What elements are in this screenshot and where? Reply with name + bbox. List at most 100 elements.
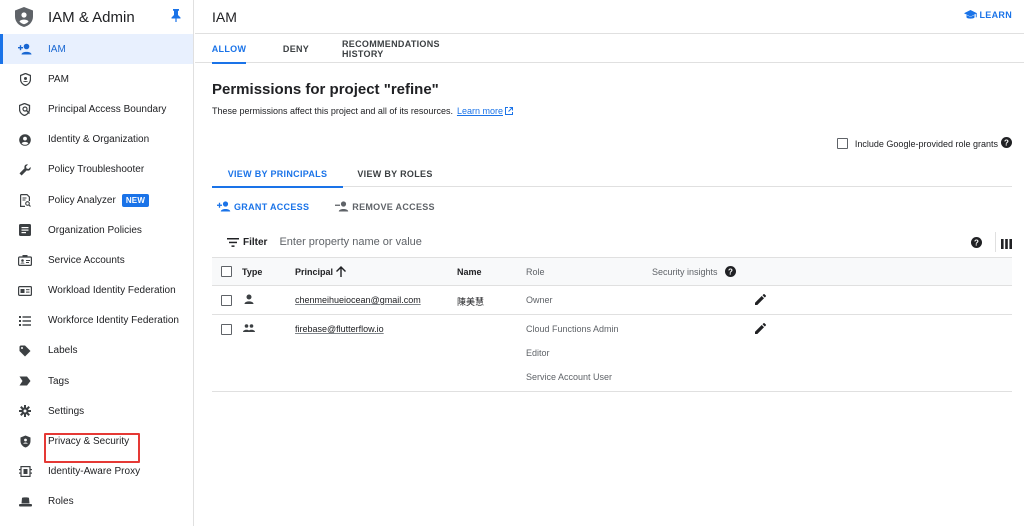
iam-shield-logo-icon xyxy=(14,7,34,27)
tab-allow[interactable]: ALLOW xyxy=(211,34,247,64)
sidebar-item-label: Policy Analyzer xyxy=(48,194,116,206)
edit-pencil-icon[interactable] xyxy=(755,293,767,307)
column-display-icon[interactable] xyxy=(1001,236,1012,254)
toolbar-divider xyxy=(995,232,996,252)
row-checkbox[interactable] xyxy=(221,324,232,335)
sidebar-item-label: Roles xyxy=(48,496,74,508)
filter-bar: Filter ? xyxy=(212,228,1012,256)
sidebar-item-workforce-identity-federation[interactable]: Workforce Identity Federation xyxy=(0,306,193,336)
include-google-roles-label: Include Google-provided role grants xyxy=(854,138,998,149)
permissions-description: These permissions affect this project an… xyxy=(212,106,1012,116)
table-row: chenmeihueiocean@gmail.com 陳美慧 Owner xyxy=(212,286,1012,315)
group-icon xyxy=(243,324,255,334)
app-root: IAM & Admin IAM PAM Principal Access Bou… xyxy=(0,0,1024,526)
remove-access-label: REMOVE ACCESS xyxy=(352,201,435,212)
sidebar-item-service-accounts[interactable]: Service Accounts xyxy=(0,245,193,275)
sidebar-item-label: Service Accounts xyxy=(48,254,125,266)
sidebar-item-policy-analyzer[interactable]: Policy Analyzer NEW xyxy=(0,185,193,215)
column-header-principal[interactable]: Principal xyxy=(295,267,333,277)
column-header-security-insights[interactable]: Security insights xyxy=(652,267,718,277)
tab-recommendations-history[interactable]: RECOMMENDATIONS HISTORY xyxy=(342,34,482,63)
table-header: Type Principal Name Role Security insigh… xyxy=(212,257,1012,286)
tag-arrow-icon xyxy=(18,374,32,388)
help-icon[interactable]: ? xyxy=(971,235,982,253)
sidebar-item-settings[interactable]: Settings xyxy=(0,396,193,426)
role-value: Cloud Functions Admin xyxy=(526,324,619,334)
svg-text:?: ? xyxy=(974,238,979,247)
tab-view-by-roles[interactable]: VIEW BY ROLES xyxy=(343,161,447,187)
sidebar-item-policy-troubleshooter[interactable]: Policy Troubleshooter xyxy=(0,155,193,185)
sidebar-item-label: Principal Access Boundary xyxy=(48,103,167,115)
filter-input[interactable] xyxy=(279,236,680,248)
tab-label: ALLOW xyxy=(211,43,247,54)
policy-icon xyxy=(18,102,32,116)
person-remove-icon xyxy=(335,201,349,212)
description-text: These permissions affect this project an… xyxy=(212,106,453,116)
sidebar-item-label: Identity & Organization xyxy=(48,134,150,146)
role-value: Service Account User xyxy=(526,372,613,382)
tab-label: VIEW BY ROLES xyxy=(357,169,433,179)
role-value: Owner xyxy=(526,295,553,305)
shield-outline-icon xyxy=(18,72,32,86)
sidebar-item-label: Settings xyxy=(48,405,85,417)
person-add-icon xyxy=(18,42,32,56)
sidebar-item-pam[interactable]: PAM xyxy=(0,64,193,94)
principal-email[interactable]: firebase@flutterflow.io xyxy=(295,324,384,334)
main-content: IAM LEARN ALLOW DENY RECOMMENDATIONS HIS… xyxy=(195,0,1024,526)
sidebar-item-label: Organization Policies xyxy=(48,224,142,236)
policy-tabs: ALLOW DENY RECOMMENDATIONS HISTORY xyxy=(195,34,1024,64)
include-google-roles-checkbox[interactable] xyxy=(836,138,848,149)
doc-search-icon xyxy=(18,193,32,207)
sidebar-item-organization-policies[interactable]: Organization Policies xyxy=(0,215,193,245)
sidebar-item-workload-identity-federation[interactable]: Workload Identity Federation xyxy=(0,276,193,306)
select-all-checkbox[interactable] xyxy=(221,266,232,277)
access-actions: GRANT ACCESS REMOVE ACCESS xyxy=(217,201,435,212)
sidebar-item-iam[interactable]: IAM xyxy=(0,34,193,65)
include-google-roles-row: Include Google-provided role grants ? xyxy=(836,137,1012,150)
privacy-security-highlight-box xyxy=(44,433,140,463)
page-title: IAM xyxy=(212,8,237,25)
sidebar-item-identity-organization[interactable]: Identity & Organization xyxy=(0,125,193,155)
permissions-title: Permissions for project "refine" xyxy=(212,81,439,98)
principal-email[interactable]: chenmeihueiocean@gmail.com xyxy=(295,295,421,305)
account-circle-icon xyxy=(18,133,32,147)
sidebar-item-tags[interactable]: Tags xyxy=(0,366,193,396)
sidebar-item-roles[interactable]: Roles xyxy=(0,487,193,517)
learn-more-link[interactable]: Learn more xyxy=(457,106,503,116)
learn-button[interactable]: LEARN xyxy=(963,10,1013,20)
column-header-type[interactable]: Type xyxy=(242,267,262,277)
privacy-shield-icon xyxy=(18,435,32,449)
grant-access-button[interactable]: GRANT ACCESS xyxy=(217,201,309,212)
gear-icon xyxy=(18,404,32,418)
sort-arrow-up-icon[interactable] xyxy=(336,266,346,279)
sidebar-item-labels[interactable]: Labels xyxy=(0,336,193,366)
hat-icon xyxy=(18,495,32,509)
filter-list-icon xyxy=(227,237,239,247)
edit-pencil-icon[interactable] xyxy=(755,322,767,336)
help-icon[interactable]: ? xyxy=(1001,137,1012,150)
help-icon[interactable]: ? xyxy=(725,266,736,279)
list-icon xyxy=(18,314,32,328)
sidebar-title: IAM & Admin xyxy=(48,8,135,26)
tab-view-by-principals[interactable]: VIEW BY PRINCIPALS xyxy=(212,161,343,188)
permissions-section: Permissions for project "refine" These p… xyxy=(195,81,1024,116)
person-add-icon xyxy=(217,201,231,212)
tab-label: RECOMMENDATIONS HISTORY xyxy=(342,38,440,59)
row-checkbox[interactable] xyxy=(221,295,232,306)
id-card-icon xyxy=(18,284,32,298)
tab-deny[interactable]: DENY xyxy=(280,34,312,63)
remove-access-button[interactable]: REMOVE ACCESS xyxy=(335,201,435,212)
iap-icon xyxy=(18,465,32,479)
sidebar-item-label: IAM xyxy=(48,43,66,55)
sidebar-item-principal-access-boundary[interactable]: Principal Access Boundary xyxy=(0,94,193,124)
school-icon xyxy=(963,10,977,19)
pin-icon[interactable] xyxy=(171,9,181,27)
sidebar-item-label: Identity-Aware Proxy xyxy=(48,466,141,478)
column-header-role[interactable]: Role xyxy=(526,267,545,277)
new-badge: NEW xyxy=(121,193,150,207)
service-account-icon xyxy=(18,253,32,267)
sidebar-item-label: Tags xyxy=(48,375,70,387)
column-header-name[interactable]: Name xyxy=(457,267,482,277)
view-tabs: VIEW BY PRINCIPALS VIEW BY ROLES xyxy=(212,161,1012,188)
open-in-new-icon xyxy=(504,107,513,115)
